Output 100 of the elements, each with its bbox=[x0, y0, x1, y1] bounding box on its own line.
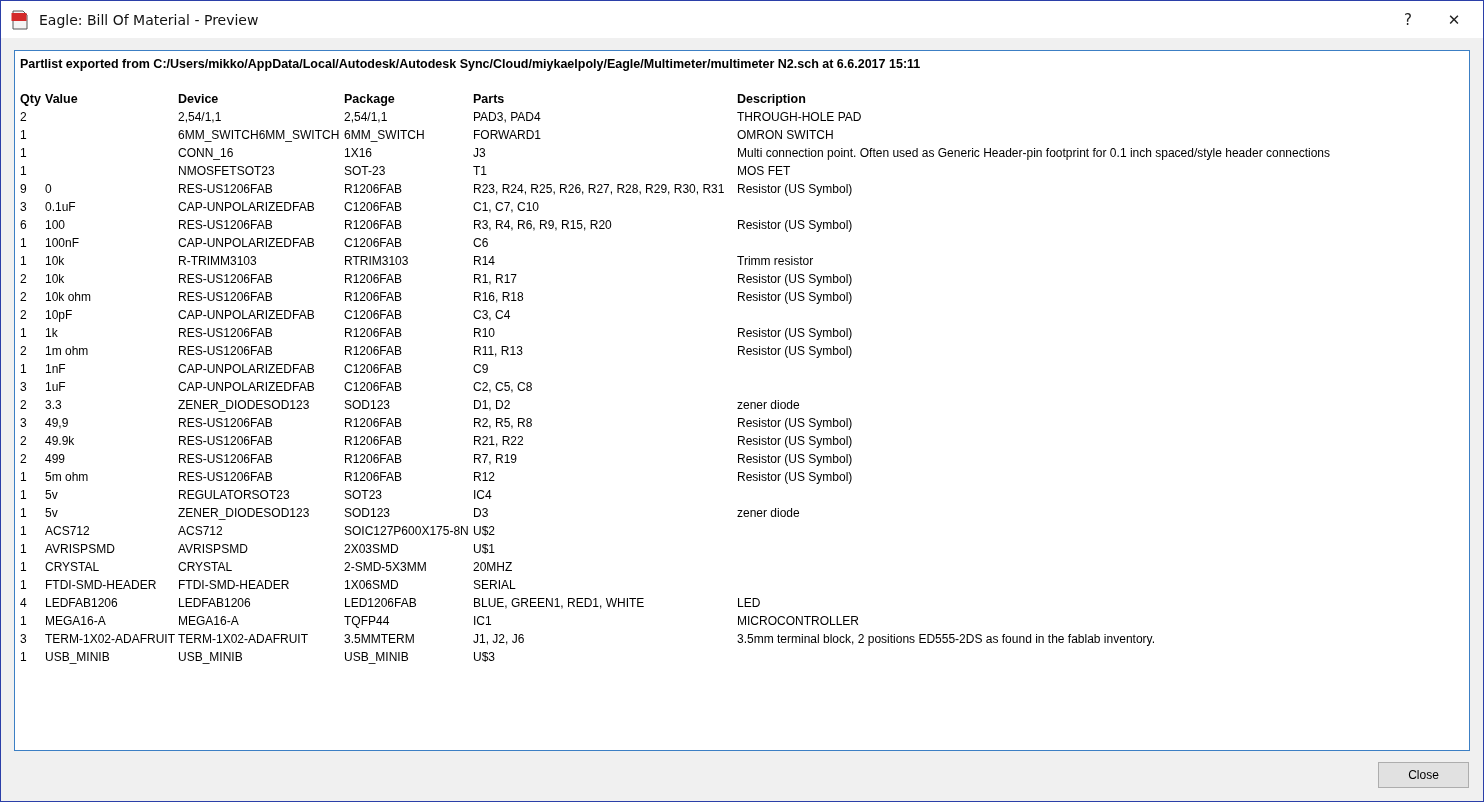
table-cell-text: FORWARD1 bbox=[473, 128, 542, 142]
table-cell-text: R14 bbox=[473, 254, 496, 268]
table-cell-text: T1 bbox=[473, 164, 488, 178]
table-cell-text: 100 bbox=[45, 218, 67, 232]
table-cell-text: zener diode bbox=[737, 398, 801, 412]
table-cell-text: 1 bbox=[20, 146, 28, 160]
table-cell-text: R1206FAB bbox=[344, 344, 404, 358]
table-cell-text: THROUGH-HOLE PAD bbox=[737, 110, 863, 124]
table-cell-text: 1 bbox=[20, 488, 28, 502]
table-cell-text: ZENER_DIODESOD123 bbox=[178, 506, 311, 520]
table-cell-text: 6 bbox=[20, 218, 28, 232]
table-cell-text: 20MHZ bbox=[473, 560, 514, 574]
table-cell-text: RES-US1206FAB bbox=[178, 182, 274, 196]
table-cell-text: 1 bbox=[20, 650, 28, 664]
table-cell-text: 3.3 bbox=[45, 398, 63, 412]
table-cell-text: MOS FET bbox=[737, 164, 792, 178]
table-cell-text: 2 bbox=[20, 272, 28, 286]
table-cell-text: 1X16 bbox=[344, 146, 374, 160]
table-cell-text: D1, D2 bbox=[473, 398, 512, 412]
table-cell-text: LEDFAB1206 bbox=[45, 596, 119, 610]
table-cell-text: C1206FAB bbox=[344, 362, 404, 376]
table-cell-text: 2 bbox=[20, 290, 28, 304]
table-cell-text: 6MM_SWITCH bbox=[344, 128, 426, 142]
table-cell-text: CAP-UNPOLARIZEDFAB bbox=[178, 380, 316, 394]
table-cell-text: R23, R24, R25, R26, R27, R28, R29, R30, R31 bbox=[473, 182, 726, 196]
table-cell-text: AVRISPSMD bbox=[45, 542, 116, 556]
table-cell-text: MEGA16-A bbox=[45, 614, 107, 628]
table-cell-text: C1206FAB bbox=[344, 380, 404, 394]
table-cell-text: 2 bbox=[20, 344, 28, 358]
table-cell-text: R1, R17 bbox=[473, 272, 519, 286]
table-cell-text: RES-US1206FAB bbox=[178, 452, 274, 466]
table-cell-text: LED bbox=[737, 596, 762, 610]
table-cell-text: 10k bbox=[45, 272, 66, 286]
table-cell-text: C1, C7, C10 bbox=[473, 200, 541, 214]
column-header: Package bbox=[344, 92, 396, 106]
table-cell-text: C6 bbox=[473, 236, 490, 250]
table-cell-text: Resistor (US Symbol) bbox=[737, 218, 854, 232]
table-cell-text: RES-US1206FAB bbox=[178, 344, 274, 358]
table-cell-text: SOD123 bbox=[344, 398, 392, 412]
column-header: Description bbox=[737, 92, 807, 106]
close-button[interactable]: ✕ bbox=[1431, 1, 1477, 38]
table-cell-text: 2 bbox=[20, 110, 28, 124]
table-cell-text: R1206FAB bbox=[344, 452, 404, 466]
table-cell-text: IC1 bbox=[473, 614, 493, 628]
table-cell-text: AVRISPSMD bbox=[178, 542, 249, 556]
table-cell-text: 1 bbox=[20, 326, 28, 340]
table-cell-text: Resistor (US Symbol) bbox=[737, 272, 854, 286]
table-cell-text: 1uF bbox=[45, 380, 67, 394]
table-cell-text: TERM-1X02-ADAFRUIT bbox=[178, 632, 309, 646]
table-cell-text: R1206FAB bbox=[344, 182, 404, 196]
table-cell-text: R7, R19 bbox=[473, 452, 519, 466]
table-cell-text: USB_MINIB bbox=[45, 650, 111, 664]
table-cell-text: R16, R18 bbox=[473, 290, 525, 304]
table-cell-text: Resistor (US Symbol) bbox=[737, 416, 854, 430]
table-cell-text: 1nF bbox=[45, 362, 67, 376]
table-cell-text: RTRIM3103 bbox=[344, 254, 410, 268]
table-cell-text: R1206FAB bbox=[344, 218, 404, 232]
table-cell-text: Resistor (US Symbol) bbox=[737, 326, 854, 340]
table-cell-text: RES-US1206FAB bbox=[178, 416, 274, 430]
table-cell-text: 5v bbox=[45, 488, 59, 502]
table-cell-text: U$3 bbox=[473, 650, 496, 664]
table-cell-text: 4 bbox=[20, 596, 28, 610]
close-button[interactable]: Close bbox=[1378, 762, 1469, 788]
table-cell-text: C1206FAB bbox=[344, 236, 404, 250]
window-title: Eagle: Bill Of Material - Preview bbox=[39, 11, 259, 28]
table-cell-text: C2, C5, C8 bbox=[473, 380, 534, 394]
table-cell-text: R1206FAB bbox=[344, 290, 404, 304]
table-cell-text: 1 bbox=[20, 236, 28, 250]
table-cell-text: 1 bbox=[20, 164, 28, 178]
table-cell-text: TERM-1X02-ADAFRUIT bbox=[45, 632, 176, 646]
table-cell-text: IC4 bbox=[473, 488, 493, 502]
table-cell-text: R-TRIMM3103 bbox=[178, 254, 258, 268]
table-cell-text: R10 bbox=[473, 326, 496, 340]
table-cell-text: 1X06SMD bbox=[344, 578, 400, 592]
table-cell-text: RES-US1206FAB bbox=[178, 218, 274, 232]
help-button[interactable]: ? bbox=[1385, 1, 1431, 38]
table-cell-text: zener diode bbox=[737, 506, 801, 520]
table-cell-text: 2 bbox=[20, 434, 28, 448]
table-cell-text: RES-US1206FAB bbox=[178, 290, 274, 304]
table-cell-text: R1206FAB bbox=[344, 326, 404, 340]
table-cell-text: ACS712 bbox=[45, 524, 91, 538]
table-cell-text: R1206FAB bbox=[344, 416, 404, 430]
table-cell-text: 0.1uF bbox=[45, 200, 77, 214]
table-cell-text: PAD3, PAD4 bbox=[473, 110, 542, 124]
table-cell-text: J1, J2, J6 bbox=[473, 632, 526, 646]
table-cell-text: Resistor (US Symbol) bbox=[737, 290, 854, 304]
table-cell-text: R11, R13 bbox=[473, 344, 524, 358]
table-cell-text: SERIAL bbox=[473, 578, 517, 592]
table-cell-text: 1 bbox=[20, 506, 28, 520]
table-cell-text: RES-US1206FAB bbox=[178, 470, 274, 484]
table-cell-text: ZENER_DIODESOD123 bbox=[178, 398, 311, 412]
table-cell-text: 1 bbox=[20, 470, 28, 484]
table-cell-text: 2-SMD-5X3MM bbox=[344, 560, 428, 574]
report-heading: Partlist exported from C:/Users/mikko/AppData/Local/Autodesk/Autodesk Sync/Cloud/miykaelpoly/Eagle/Multimeter/multimeter N2.sch at 6.6.2017 15:11 bbox=[20, 56, 922, 73]
table-cell-text: R1206FAB bbox=[344, 272, 404, 286]
table-cell-text: D3 bbox=[473, 506, 490, 520]
table-cell-text: 1 bbox=[20, 524, 28, 538]
table-cell-text: OMRON SWITCH bbox=[737, 128, 835, 142]
table-cell-text: R2, R5, R8 bbox=[473, 416, 534, 430]
table-cell-text: 9 bbox=[20, 182, 28, 196]
